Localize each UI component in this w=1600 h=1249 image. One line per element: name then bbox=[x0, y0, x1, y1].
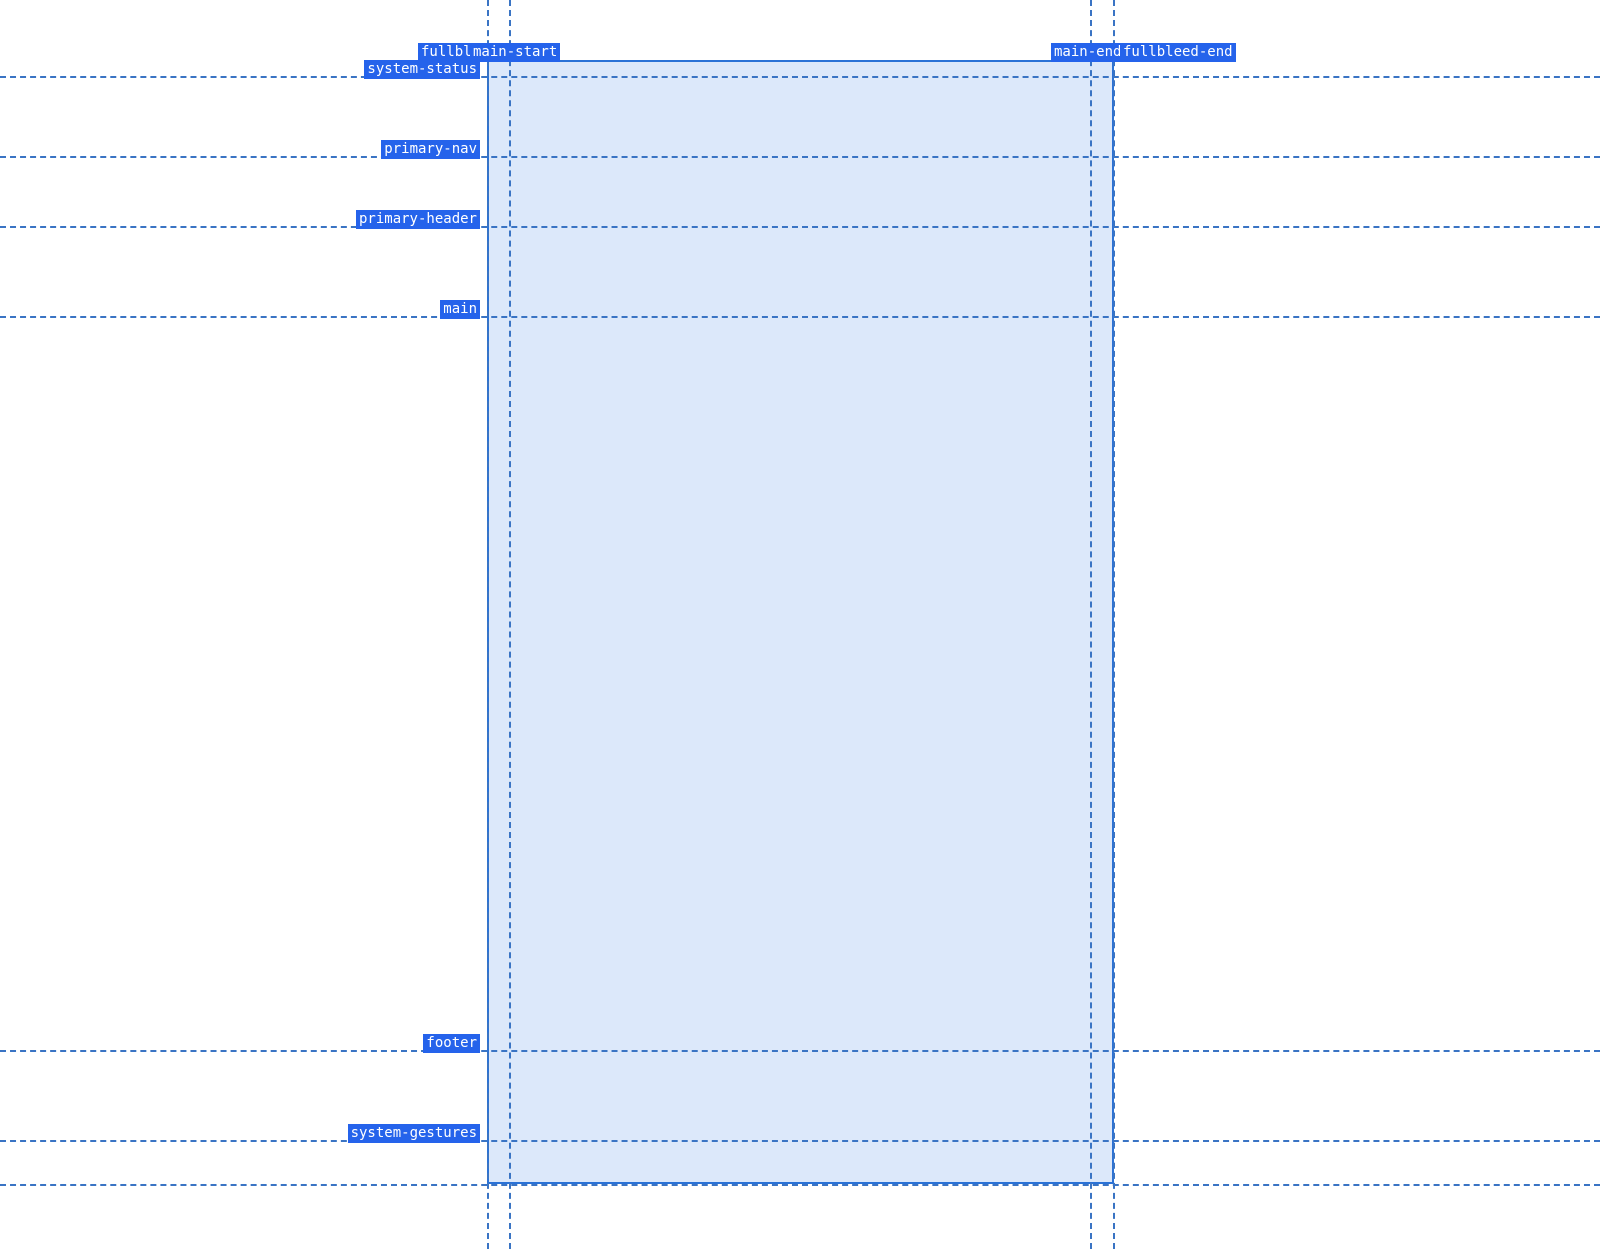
row-label-footer: footer bbox=[423, 1034, 480, 1053]
row-label-primary-header: primary-header bbox=[356, 210, 480, 229]
row-label-system-gestures: system-gestures bbox=[348, 1124, 480, 1143]
col-label-main-end: main-end bbox=[1051, 43, 1124, 62]
grid-highlight bbox=[487, 60, 1114, 1184]
row-line-bottom-edge bbox=[0, 1184, 1600, 1186]
row-label-system-status: system-status bbox=[364, 60, 480, 79]
row-label-primary-nav: primary-nav bbox=[381, 140, 480, 159]
row-label-main: main bbox=[440, 300, 480, 319]
grid-diagram: fullbleed-start main-start main-end full… bbox=[0, 0, 1600, 1249]
col-label-main-start: main-start bbox=[470, 43, 560, 62]
col-label-fullbleed-end: fullbleed-end bbox=[1120, 43, 1236, 62]
